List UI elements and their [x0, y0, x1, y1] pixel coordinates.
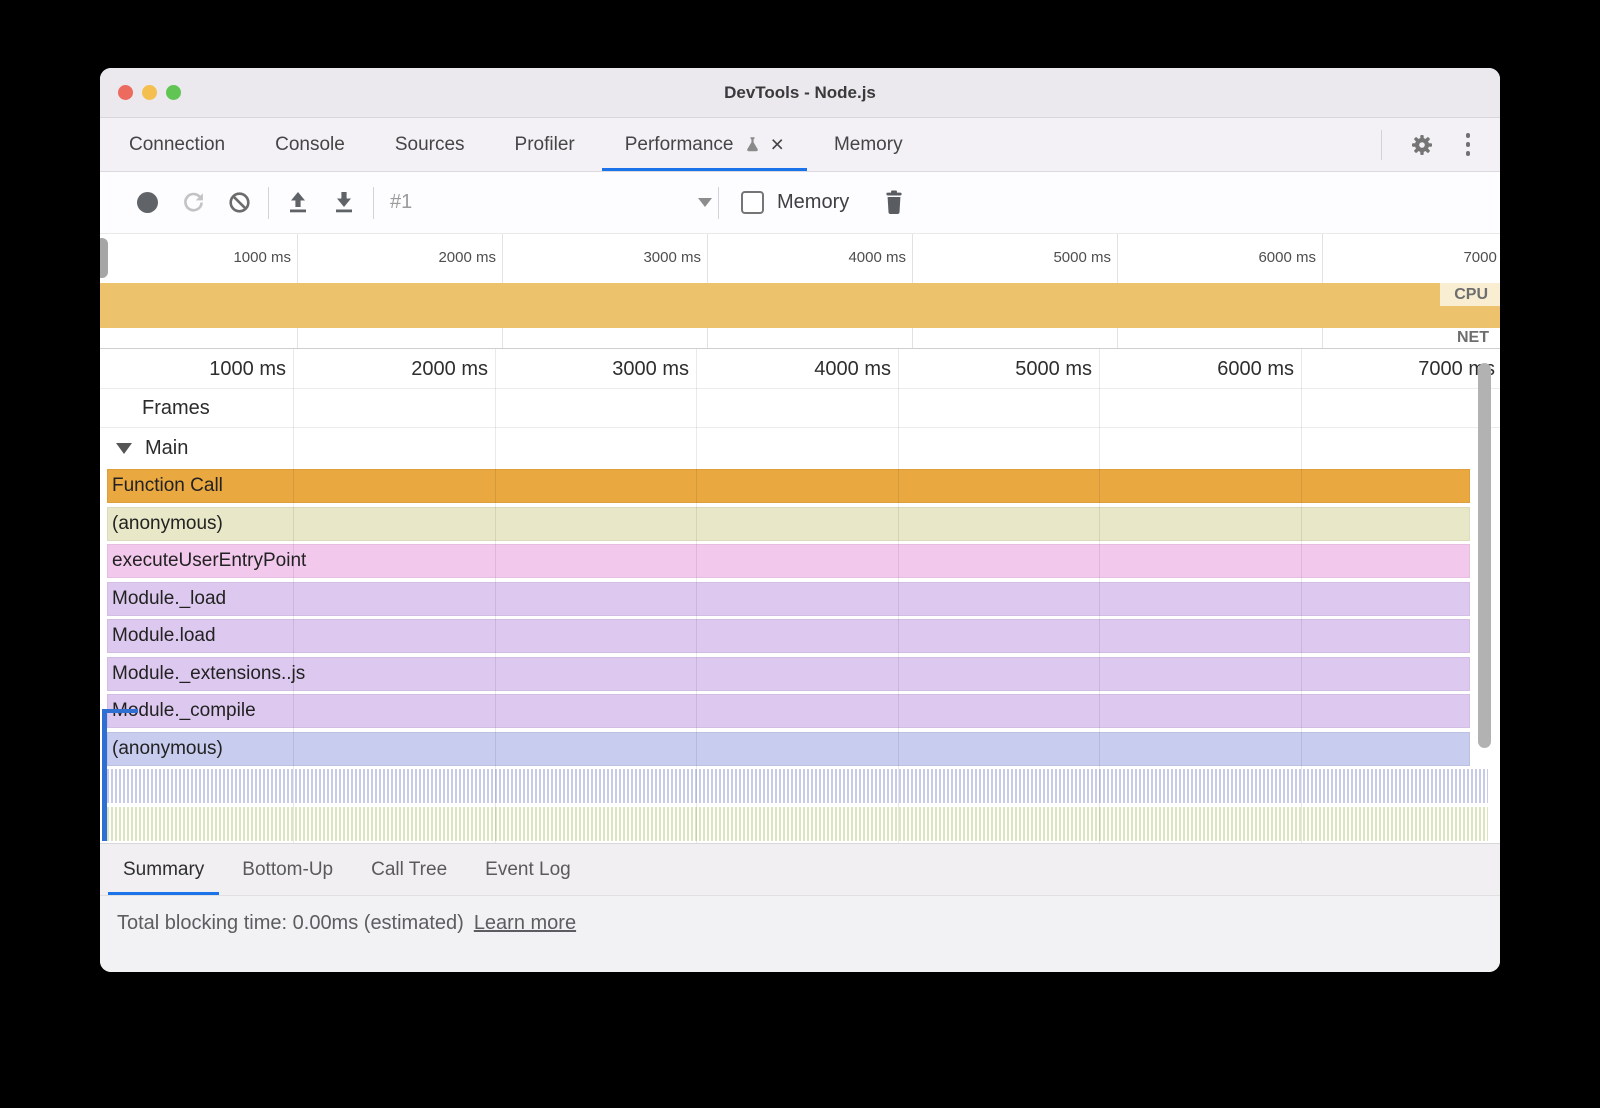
download-icon: [333, 191, 355, 215]
chart-tick: 7000 ms: [100, 349, 1495, 388]
tab-console[interactable]: Console: [250, 118, 370, 171]
net-label: NET: [1457, 328, 1489, 348]
tab-bar-right-controls: [1381, 118, 1501, 171]
tab-summary[interactable]: Summary: [104, 844, 223, 895]
status-bar: Total blocking time: 0.00ms (estimated) …: [100, 896, 1500, 972]
traffic-lights: [118, 68, 181, 117]
selection-bracket: [102, 709, 138, 713]
overview-ruler: 1000 ms 2000 ms 3000 ms 4000 ms 5000 ms …: [100, 234, 1500, 283]
frames-track-header[interactable]: Frames: [100, 389, 1500, 428]
overview-drag-handle[interactable]: [100, 238, 108, 278]
tab-connection[interactable]: Connection: [104, 118, 250, 171]
tab-sources[interactable]: Sources: [370, 118, 490, 171]
timeline-overview: 1000 ms 2000 ms 3000 ms 4000 ms 5000 ms …: [100, 234, 1500, 349]
triangle-down-icon[interactable]: [116, 443, 132, 454]
tab-memory[interactable]: Memory: [809, 118, 928, 171]
window-title: DevTools - Node.js: [724, 83, 876, 103]
title-bar: DevTools - Node.js: [100, 68, 1500, 118]
memory-checkbox[interactable]: [741, 191, 764, 214]
record-icon: [137, 192, 158, 213]
details-tab-bar: Summary Bottom-Up Call Tree Event Log: [100, 843, 1500, 896]
gear-icon[interactable]: [1410, 133, 1434, 157]
flame-bar[interactable]: Module._compile: [107, 694, 1470, 728]
flame-bar[interactable]: Function Call: [107, 469, 1470, 503]
memory-checkbox-group[interactable]: Memory: [741, 191, 849, 214]
chart-ruler: 1000 ms 2000 ms 3000 ms 4000 ms 5000 ms …: [100, 349, 1500, 389]
total-blocking-time-text: Total blocking time: 0.00ms (estimated): [117, 912, 464, 935]
overview-tick: 7000 ms: [100, 234, 1500, 283]
performance-toolbar: #1 Memory: [100, 172, 1500, 234]
divider: [1381, 130, 1382, 160]
divider: [718, 187, 719, 219]
tab-profiler[interactable]: Profiler: [490, 118, 600, 171]
flame-bar[interactable]: (anonymous): [107, 732, 1470, 766]
block-icon: [228, 191, 251, 214]
upload-icon: [287, 191, 309, 215]
selection-bracket: [102, 709, 107, 841]
trash-icon: [883, 190, 905, 215]
main-track-header[interactable]: Main: [100, 428, 1500, 469]
divider: [373, 187, 374, 219]
history-value: #1: [390, 191, 412, 214]
flame-chart: 1000 ms 2000 ms 3000 ms 4000 ms 5000 ms …: [100, 349, 1500, 843]
devtools-tab-bar: Connection Console Sources Profiler Perf…: [100, 118, 1500, 172]
cpu-label: CPU: [1440, 283, 1500, 306]
flame-bar-micro-calls[interactable]: [107, 769, 1488, 803]
cpu-activity-band[interactable]: CPU: [100, 283, 1500, 328]
learn-more-link[interactable]: Learn more: [474, 912, 576, 935]
minimize-window-button[interactable]: [142, 85, 157, 100]
record-button[interactable]: [124, 183, 170, 223]
tab-bottom-up[interactable]: Bottom-Up: [223, 844, 352, 895]
flame-bar-micro-calls[interactable]: [107, 807, 1488, 841]
flask-icon: [744, 135, 761, 154]
tab-performance[interactable]: Performance ×: [600, 118, 809, 171]
divider: [268, 187, 269, 219]
flame-bar[interactable]: Module._extensions..js: [107, 657, 1470, 691]
flame-bar[interactable]: executeUserEntryPoint: [107, 544, 1470, 578]
memory-checkbox-label: Memory: [777, 191, 849, 214]
flame-bar[interactable]: (anonymous): [107, 507, 1470, 541]
flame-bar[interactable]: Module.load: [107, 619, 1470, 653]
load-profile-button[interactable]: [275, 183, 321, 223]
devtools-window: DevTools - Node.js Connection Console So…: [100, 68, 1500, 972]
zoom-window-button[interactable]: [166, 85, 181, 100]
tab-event-log[interactable]: Event Log: [466, 844, 590, 895]
network-band[interactable]: NET: [100, 328, 1500, 349]
close-icon[interactable]: ×: [771, 133, 784, 156]
chevron-down-icon: [698, 198, 712, 207]
history-select[interactable]: #1: [390, 191, 712, 214]
kebab-menu-icon[interactable]: [1462, 129, 1475, 160]
vertical-scrollbar[interactable]: [1478, 363, 1491, 748]
delete-recording-button[interactable]: [871, 183, 917, 223]
save-profile-button[interactable]: [321, 183, 367, 223]
close-window-button[interactable]: [118, 85, 133, 100]
reload-icon: [182, 191, 205, 214]
clear-button[interactable]: [216, 183, 262, 223]
reload-and-record-button[interactable]: [170, 183, 216, 223]
tab-call-tree[interactable]: Call Tree: [352, 844, 466, 895]
flame-bar[interactable]: Module._load: [107, 582, 1470, 616]
